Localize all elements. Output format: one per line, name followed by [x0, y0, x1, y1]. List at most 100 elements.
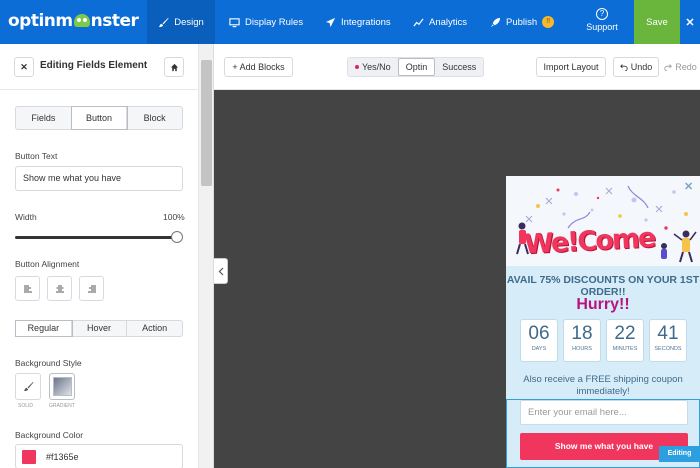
color-swatch[interactable] [22, 450, 36, 464]
collapse-sidebar-button[interactable] [214, 258, 228, 284]
align-left-icon [23, 285, 32, 292]
yes-no-dot-icon [355, 65, 359, 69]
align-left-button[interactable] [15, 276, 40, 301]
tab-button[interactable]: Button [71, 107, 128, 129]
canvas-toolbar: + Add Blocks Yes/No Optin Success Import… [214, 44, 700, 90]
countdown-minutes: 22 MINUTES [606, 319, 644, 362]
align-center-button[interactable] [47, 276, 72, 301]
nav-analytics[interactable]: Analytics [413, 0, 467, 44]
editing-badge: Editing [659, 446, 700, 462]
support-button[interactable]: ? Support [576, 0, 628, 44]
redo-icon [664, 64, 673, 71]
countdown-hours: 18 HOURS [563, 319, 601, 362]
home-button[interactable] [164, 57, 184, 77]
panel-title: Editing Fields Element [40, 60, 148, 71]
countdown-seconds-unit: SECONDS [654, 346, 682, 352]
nav-analytics-label: Analytics [429, 16, 468, 28]
sidebar-scrollbar-thumb[interactable] [201, 60, 212, 186]
style-solid-button[interactable] [15, 373, 41, 400]
width-value: 100% [163, 212, 185, 222]
background-style-label: Background Style [15, 358, 82, 368]
home-icon [170, 63, 178, 71]
save-button[interactable]: Save [634, 0, 680, 44]
style-gradient-caption: Gradient [49, 403, 75, 409]
close-icon: ✕ [685, 16, 695, 29]
optinmonster-logo[interactable]: optinm nster [8, 11, 139, 31]
state-tabs: Regular Hover Action [15, 320, 183, 337]
welcome-banner: We!Come [506, 176, 700, 266]
countdown-days-value: 06 [528, 323, 550, 344]
align-right-icon [87, 285, 96, 292]
import-layout-button[interactable]: Import Layout [536, 57, 606, 77]
monitor-icon [229, 17, 240, 27]
brush-icon [23, 381, 34, 392]
width-slider-handle[interactable] [171, 231, 183, 243]
question-icon: ? [596, 8, 608, 20]
close-builder-button[interactable]: ✕ [680, 0, 700, 44]
chevron-left-icon [218, 267, 223, 275]
shipping-coupon-text: Also receive a FREE shipping coupon imme… [523, 374, 683, 397]
view-switcher: Yes/No Optin Success [347, 57, 485, 77]
logo-text-end: nster [90, 11, 139, 31]
countdown-hours-unit: HOURS [572, 346, 592, 352]
logo-text-start: optinm [8, 11, 73, 31]
style-solid-caption: Solid [18, 403, 34, 409]
sidebar-panel: ✕ Editing Fields Element Fields Button B… [0, 44, 199, 468]
add-blocks-button[interactable]: + Add Blocks [224, 57, 293, 77]
view-optin[interactable]: Optin [397, 58, 436, 76]
tab-regular[interactable]: Regular [16, 321, 72, 336]
nav-design-label: Design [174, 16, 204, 28]
email-input[interactable]: Enter your email here... [520, 400, 688, 425]
view-yes-no[interactable]: Yes/No [348, 58, 398, 76]
nav-integrations-label: Integrations [341, 16, 391, 28]
view-success[interactable]: Success [435, 58, 483, 76]
countdown-minutes-value: 22 [614, 323, 636, 344]
countdown-seconds: 41 SECONDS [649, 319, 687, 362]
nav-display-rules[interactable]: Display Rules [229, 0, 303, 44]
undo-button[interactable]: Undo [613, 57, 659, 77]
paper-plane-icon [325, 17, 336, 27]
redo-label: Redo [675, 62, 697, 72]
button-text-label: Button Text [15, 151, 58, 161]
tab-hover[interactable]: Hover [72, 321, 128, 336]
tab-block[interactable]: Block [127, 107, 182, 129]
support-label: Support [586, 22, 618, 32]
button-alignment-label: Button Alignment [15, 259, 80, 269]
line-chart-icon [413, 17, 424, 27]
countdown-hours-value: 18 [571, 323, 593, 344]
element-tabs: Fields Button Block [15, 106, 183, 130]
close-icon: ✕ [20, 62, 28, 72]
background-color-input[interactable]: #f1365e [15, 444, 183, 468]
align-right-button[interactable] [79, 276, 104, 301]
button-text-input[interactable]: Show me what you have [15, 166, 183, 191]
undo-icon [619, 64, 628, 71]
tab-action[interactable]: Action [127, 321, 182, 336]
tab-fields[interactable]: Fields [16, 107, 72, 129]
undo-label: Undo [630, 62, 653, 72]
width-slider-track[interactable] [15, 236, 177, 239]
nav-publish[interactable]: Publish !! [490, 0, 555, 44]
publish-warning-badge: !! [542, 16, 555, 28]
nav-integrations[interactable]: Integrations [325, 0, 391, 44]
campaign-popup[interactable]: We!Come ✕ AVAIL 75% DISCOUNTS ON YOUR 1S… [506, 176, 700, 468]
popup-close-icon[interactable]: ✕ [684, 180, 693, 193]
style-gradient-button[interactable] [49, 373, 75, 400]
monster-icon [73, 14, 90, 27]
nav-publish-label: Publish [506, 16, 538, 28]
nav-design[interactable]: Design [147, 0, 215, 44]
countdown-days: 06 DAYS [520, 319, 558, 362]
discount-headline: AVAIL 75% DISCOUNTS ON YOUR 1ST ORDER!! [506, 274, 700, 298]
hurry-text: Hurry!! [576, 296, 630, 313]
nav-display-rules-label: Display Rules [245, 16, 304, 28]
close-panel-button[interactable]: ✕ [14, 57, 34, 77]
gradient-swatch-icon [52, 377, 72, 396]
align-center-icon [55, 285, 64, 292]
countdown-minutes-unit: MINUTES [612, 346, 638, 352]
view-yes-no-label: Yes/No [362, 62, 391, 72]
sidebar-header: ✕ Editing Fields Element [0, 44, 199, 90]
color-hex-value: #f1365e [46, 452, 79, 462]
paintbrush-icon [159, 17, 169, 27]
save-label: Save [646, 16, 668, 28]
redo-button[interactable]: Redo [661, 57, 700, 77]
countdown-seconds-value: 41 [657, 323, 679, 344]
